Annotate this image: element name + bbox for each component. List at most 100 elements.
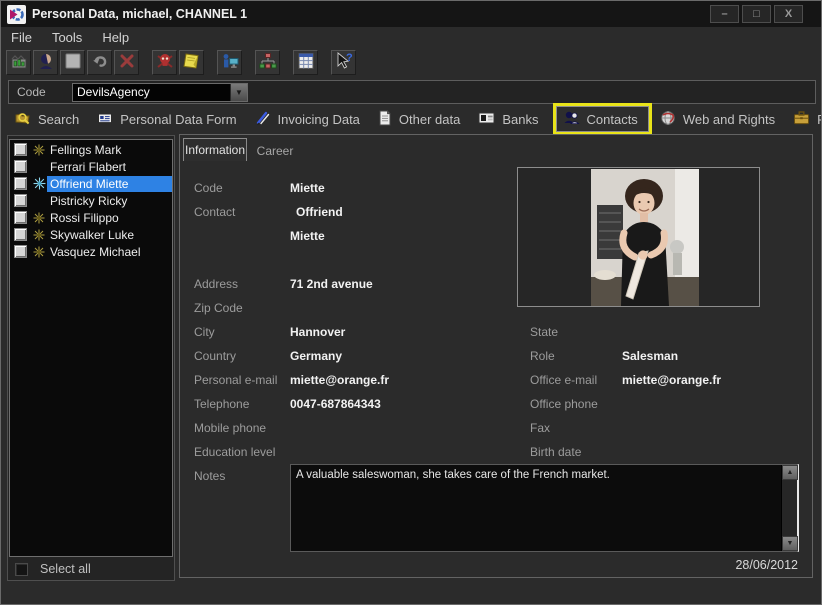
code-field-label: Code: [194, 181, 223, 195]
row-checkbox[interactable]: [14, 160, 27, 173]
contacts-tab-highlight: Contacts: [553, 103, 652, 135]
org-chart-icon: [258, 51, 278, 74]
contact-list: Fellings Mark Ferrari Flabert Offriend M…: [9, 139, 173, 557]
tab-contacts[interactable]: Contacts: [556, 106, 649, 132]
notes-button[interactable]: [179, 50, 204, 75]
list-item[interactable]: Fellings Mark: [10, 141, 172, 158]
tab-label: Web and Rights: [683, 112, 775, 127]
tab-career[interactable]: Career: [249, 141, 301, 161]
tab-invoicing-data[interactable]: Invoicing Data: [249, 106, 372, 133]
contact-name[interactable]: Fellings Mark: [47, 142, 172, 158]
address-label: Address: [194, 277, 238, 291]
row-checkbox[interactable]: [14, 177, 27, 190]
notes-label: Notes: [194, 469, 225, 483]
user-workstation-icon: [220, 51, 240, 74]
notes-textarea[interactable]: A valuable saleswoman, she takes care of…: [290, 464, 799, 552]
discard-button[interactable]: [152, 50, 177, 75]
code-label: Code: [17, 85, 72, 99]
list-item[interactable]: Skywalker Luke: [10, 226, 172, 243]
row-checkbox[interactable]: [14, 194, 27, 207]
user-workstation-button[interactable]: [217, 50, 242, 75]
contact-sparkle-icon: [31, 144, 47, 156]
state-label: State: [530, 325, 558, 339]
list-item-selected[interactable]: Offriend Miette: [10, 175, 172, 192]
menu-help[interactable]: Help: [102, 30, 129, 45]
code-dropdown-value: DevilsAgency: [73, 85, 230, 99]
contact-name[interactable]: Offriend Miette: [47, 176, 172, 192]
list-item[interactable]: Ferrari Flabert: [10, 158, 172, 175]
maximize-button[interactable]: □: [742, 5, 771, 23]
contact-last-name: Offriend: [296, 205, 343, 219]
tab-information[interactable]: Information: [183, 138, 247, 161]
list-item[interactable]: Rossi Filippo: [10, 209, 172, 226]
toolbar: ?: [1, 47, 821, 77]
row-checkbox[interactable]: [14, 228, 27, 241]
mobile-label: Mobile phone: [194, 421, 266, 435]
row-checkbox[interactable]: [14, 211, 27, 224]
contact-name[interactable]: Rossi Filippo: [47, 210, 172, 226]
bank-card-icon: [478, 111, 495, 128]
code-bar: Code DevilsAgency ▼: [8, 80, 816, 104]
tab-other-data[interactable]: Other data: [372, 106, 472, 133]
menu-file[interactable]: File: [11, 30, 32, 45]
contact-sparkle-icon: [31, 212, 47, 224]
org-chart-button[interactable]: [255, 50, 280, 75]
tab-search[interactable]: Search: [9, 106, 91, 133]
select-all-row[interactable]: Select all: [15, 562, 91, 576]
delete-button[interactable]: [114, 50, 139, 75]
tab-personal-data-form[interactable]: Personal Data Form: [91, 106, 248, 133]
chevron-down-icon[interactable]: ▼: [230, 84, 247, 101]
close-button[interactable]: X: [774, 5, 803, 23]
list-item[interactable]: Vasquez Michael: [10, 243, 172, 260]
office-email-value: miette@orange.fr: [622, 373, 721, 387]
tab-web-and-rights[interactable]: Web and Rights: [654, 106, 787, 133]
undo-icon: [90, 51, 110, 74]
tab-label: Other data: [399, 112, 460, 127]
contact-name[interactable]: Skywalker Luke: [47, 227, 172, 243]
blank-square-icon: [63, 51, 83, 74]
record-date: 28/06/2012: [735, 558, 798, 572]
tab-label: Search: [38, 112, 79, 127]
tab-banks[interactable]: Banks: [472, 107, 550, 132]
calculator-button[interactable]: [293, 50, 318, 75]
contact-button[interactable]: [33, 50, 58, 75]
window-title: Personal Data, michael, CHANNEL 1: [32, 7, 710, 21]
list-item[interactable]: Pistricky Ricky: [10, 192, 172, 209]
scroll-down-icon[interactable]: ▼: [782, 536, 798, 551]
title-bar[interactable]: Personal Data, michael, CHANNEL 1 – □ X: [1, 1, 821, 27]
undo-button[interactable]: [87, 50, 112, 75]
statistics-button[interactable]: [6, 50, 31, 75]
code-field-value: Miette: [290, 181, 325, 195]
country-label: Country: [194, 349, 236, 363]
menu-tools[interactable]: Tools: [52, 30, 82, 45]
row-checkbox[interactable]: [14, 245, 27, 258]
app-logo-icon: [7, 5, 26, 24]
contact-sparkle-icon: [31, 177, 47, 190]
scroll-up-icon[interactable]: ▲: [782, 465, 798, 480]
tab-label: Contacts: [587, 112, 638, 127]
contact-photo-frame: [517, 167, 760, 307]
row-checkbox[interactable]: [14, 143, 27, 156]
minimize-button[interactable]: –: [710, 5, 739, 23]
contact-first-name: Miette: [290, 229, 325, 243]
contact-name[interactable]: Vasquez Michael: [47, 244, 172, 260]
birth-date-label: Birth date: [530, 445, 581, 459]
code-dropdown[interactable]: DevilsAgency ▼: [72, 83, 248, 102]
role-label: Role: [530, 349, 555, 363]
select-all-checkbox[interactable]: [15, 563, 28, 576]
contact-name[interactable]: Ferrari Flabert: [47, 159, 172, 175]
education-label: Education level: [194, 445, 275, 459]
help-pointer-icon: ?: [334, 51, 354, 74]
tab-proposal[interactable]: Proposal: [787, 106, 822, 132]
detail-panel: Information Career Code Miette Contact O…: [179, 134, 813, 578]
blank-button[interactable]: [60, 50, 85, 75]
notes-scrollbar[interactable]: ▲ ▼: [781, 465, 797, 551]
svg-text:?: ?: [346, 52, 353, 64]
city-label: City: [194, 325, 215, 339]
contact-icon: [36, 51, 56, 74]
contact-name[interactable]: Pistricky Ricky: [47, 193, 172, 209]
people-icon: [563, 110, 580, 128]
document-icon: [378, 110, 392, 129]
role-value: Salesman: [622, 349, 678, 363]
context-help-button[interactable]: ?: [331, 50, 356, 75]
